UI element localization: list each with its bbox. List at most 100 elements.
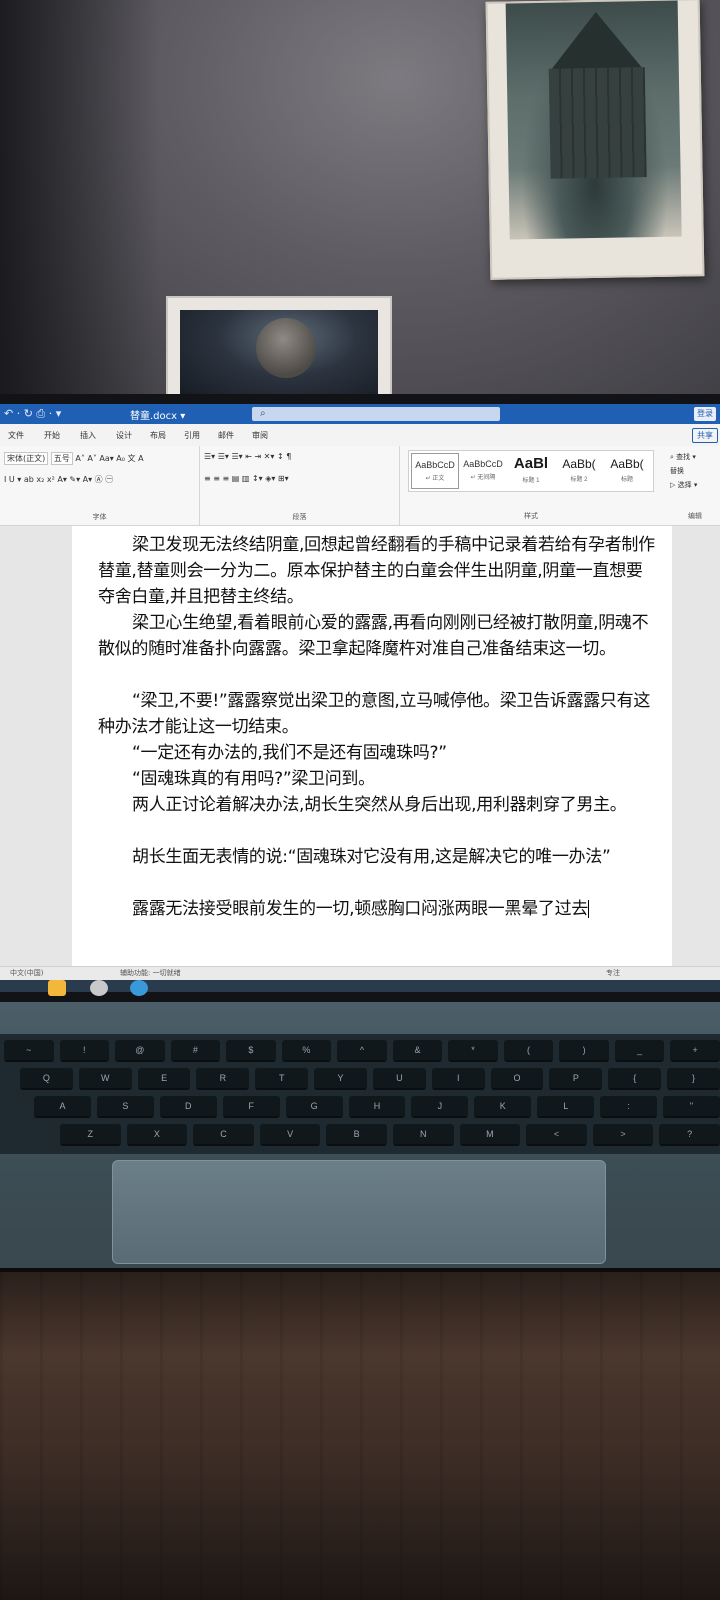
font-name-select[interactable]: 宋体(正文) [4, 452, 49, 465]
folder-icon[interactable] [48, 980, 66, 996]
key[interactable]: M [459, 1124, 521, 1146]
key[interactable]: E [137, 1068, 191, 1090]
edit-group-label: 编辑 [688, 512, 702, 520]
key[interactable]: T [255, 1068, 309, 1090]
search-input[interactable]: ⌕ [252, 407, 500, 421]
paragraph[interactable]: 胡长生面无表情的说:“固魂珠对它没有用,这是解决它的唯一办法” [98, 844, 658, 870]
paragraph[interactable]: 两人正讨论着解决办法,胡长生突然从身后出现,用利器刺穿了男主。 [98, 792, 658, 818]
key[interactable]: K [474, 1096, 532, 1118]
style-sample: AaBb( [610, 457, 644, 471]
key[interactable]: ( [503, 1040, 554, 1062]
paragraph-last[interactable]: 露露无法接受眼前发生的一切,顿感胸口闷涨两眼一黑晕了过去 [98, 896, 658, 922]
key[interactable]: $ [226, 1040, 276, 1062]
grow-font-icon[interactable]: A˄ A˅ Aa▾ A₀ 文 A [75, 454, 143, 463]
style-name: 标题 1 [522, 478, 540, 484]
tab-insert[interactable]: 插入 [80, 430, 96, 441]
key[interactable]: F [222, 1096, 280, 1118]
key[interactable]: < [526, 1124, 587, 1146]
tab-home[interactable]: 开始 [44, 430, 60, 441]
style-sample: AaBb( [562, 457, 596, 471]
style-sample: AaBl [513, 455, 549, 472]
document-page[interactable]: 梁卫发现无法终结阴童,回想起曾经翻看的手稿中记录着若给有孕者制作替童,替童则会一… [72, 526, 672, 966]
document-title[interactable]: 替童.docx ▾ [130, 407, 185, 422]
key[interactable]: J [411, 1096, 469, 1118]
key[interactable]: C [193, 1124, 254, 1146]
key[interactable]: P [549, 1068, 603, 1090]
tab-file[interactable]: 文件 [8, 430, 24, 441]
key[interactable]: * [448, 1040, 498, 1062]
key[interactable]: X [126, 1124, 188, 1146]
key[interactable]: ) [559, 1040, 609, 1062]
key[interactable]: U [372, 1068, 426, 1090]
style-no-spacing[interactable]: AaBbCcD ↵ 无间隔 [459, 453, 507, 489]
key[interactable]: " [663, 1096, 720, 1118]
key[interactable]: H [348, 1096, 406, 1118]
key[interactable]: R [196, 1068, 250, 1090]
paragraph[interactable]: 梁卫心生绝望,看着眼前心爱的露露,再看向刚刚已经被打散阴童,阴魂不散似的随时准备… [98, 610, 658, 662]
key[interactable]: & [392, 1040, 443, 1062]
replace-button[interactable]: 替换 [670, 464, 720, 478]
quick-access-toolbar[interactable]: ↶ · ↻ ⎙ · ▾ [4, 407, 61, 421]
format-icons[interactable]: I U ▾ ab x₂ x² A▾ ✎▾ A▾ Ⓐ ㊀ [4, 475, 113, 484]
key[interactable]: G [285, 1096, 343, 1118]
settings-icon[interactable] [90, 980, 108, 996]
key[interactable]: # [170, 1040, 221, 1062]
tab-references[interactable]: 引用 [184, 430, 200, 441]
paragraph[interactable]: 梁卫发现无法终结阴童,回想起曾经翻看的手稿中记录着若给有孕者制作替童,替童则会一… [98, 532, 658, 610]
painting-pagoda-body [548, 67, 647, 179]
touchpad[interactable] [112, 1160, 606, 1264]
key[interactable]: : [600, 1096, 658, 1118]
key[interactable]: @ [115, 1040, 165, 1062]
style-title[interactable]: AaBb( 标题 [603, 453, 651, 489]
paragraph[interactable]: “一定还有办法的,我们不是还有固魂珠吗?” [98, 740, 658, 766]
key[interactable]: S [96, 1096, 154, 1118]
paragraph[interactable]: “固魂珠真的有用吗?”梁卫问到。 [98, 766, 658, 792]
key[interactable]: } [667, 1068, 720, 1090]
key[interactable]: A [34, 1096, 91, 1118]
key[interactable]: + [670, 1040, 720, 1062]
style-heading-2[interactable]: AaBb( 标题 2 [555, 453, 603, 489]
accessibility-status[interactable]: 辅助功能: 一切就绪 [120, 967, 181, 980]
style-name: 标题 2 [570, 477, 588, 483]
font-size-select[interactable]: 五号 [50, 452, 73, 465]
align-icons[interactable]: ≡ ≡ ≡ ▤ ▥ ↕▾ ◈▾ ⊞▾ [204, 474, 289, 483]
find-button[interactable]: ⌕ 查找 ▾ [670, 450, 720, 464]
key[interactable]: W [78, 1068, 132, 1090]
select-button[interactable]: ▷ 选择 ▾ [670, 478, 720, 492]
style-normal[interactable]: AaBbCcD ↵ 正文 [411, 453, 459, 489]
key[interactable]: { [608, 1068, 662, 1090]
key[interactable]: I [431, 1068, 485, 1090]
login-button[interactable]: 登录 [694, 407, 716, 421]
key[interactable]: % [281, 1040, 332, 1062]
font-row-2: I U ▾ ab x₂ x² A▾ ✎▾ A▾ Ⓐ ㊀ [4, 474, 113, 485]
key[interactable]: B [326, 1124, 387, 1146]
key[interactable]: Y [314, 1068, 367, 1090]
key[interactable]: Z [60, 1124, 121, 1146]
tab-review[interactable]: 审阅 [252, 430, 268, 441]
wall-window-box [166, 296, 392, 398]
key[interactable]: ^ [337, 1040, 387, 1062]
key[interactable]: V [259, 1124, 321, 1146]
tab-mailings[interactable]: 邮件 [218, 430, 234, 441]
focus-mode-button[interactable]: 专注 [606, 967, 620, 980]
key[interactable]: ! [59, 1040, 110, 1062]
key[interactable]: N [392, 1124, 454, 1146]
key-row-numbers: ~ ! @ # $ % ^ & * ( ) _ + [0, 1040, 720, 1062]
paragraph[interactable]: “梁卫,不要!”露露察觉出梁卫的意图,立马喊停他。梁卫告诉露露只有这种办法才能让… [98, 688, 658, 740]
tab-design[interactable]: 设计 [116, 430, 132, 441]
browser-icon[interactable] [130, 980, 148, 996]
paragraph-group-label: 段落 [292, 513, 307, 521]
key[interactable]: O [490, 1068, 544, 1090]
key[interactable]: _ [614, 1040, 665, 1062]
key[interactable]: > [592, 1124, 654, 1146]
language-status[interactable]: 中文(中国) [10, 967, 43, 980]
key[interactable]: D [159, 1096, 217, 1118]
style-heading-1[interactable]: AaBl 标题 1 [507, 453, 555, 489]
tab-layout[interactable]: 布局 [150, 430, 166, 441]
key[interactable]: Q [20, 1068, 73, 1090]
key[interactable]: ? [659, 1124, 720, 1146]
share-button[interactable]: 共享 [692, 428, 718, 443]
key[interactable]: L [537, 1096, 595, 1118]
list-icons[interactable]: ☰▾ ☰▾ ☰▾ ⇤ ⇥ ✕▾ ↕ ¶ [204, 452, 291, 461]
key[interactable]: ~ [4, 1040, 54, 1062]
